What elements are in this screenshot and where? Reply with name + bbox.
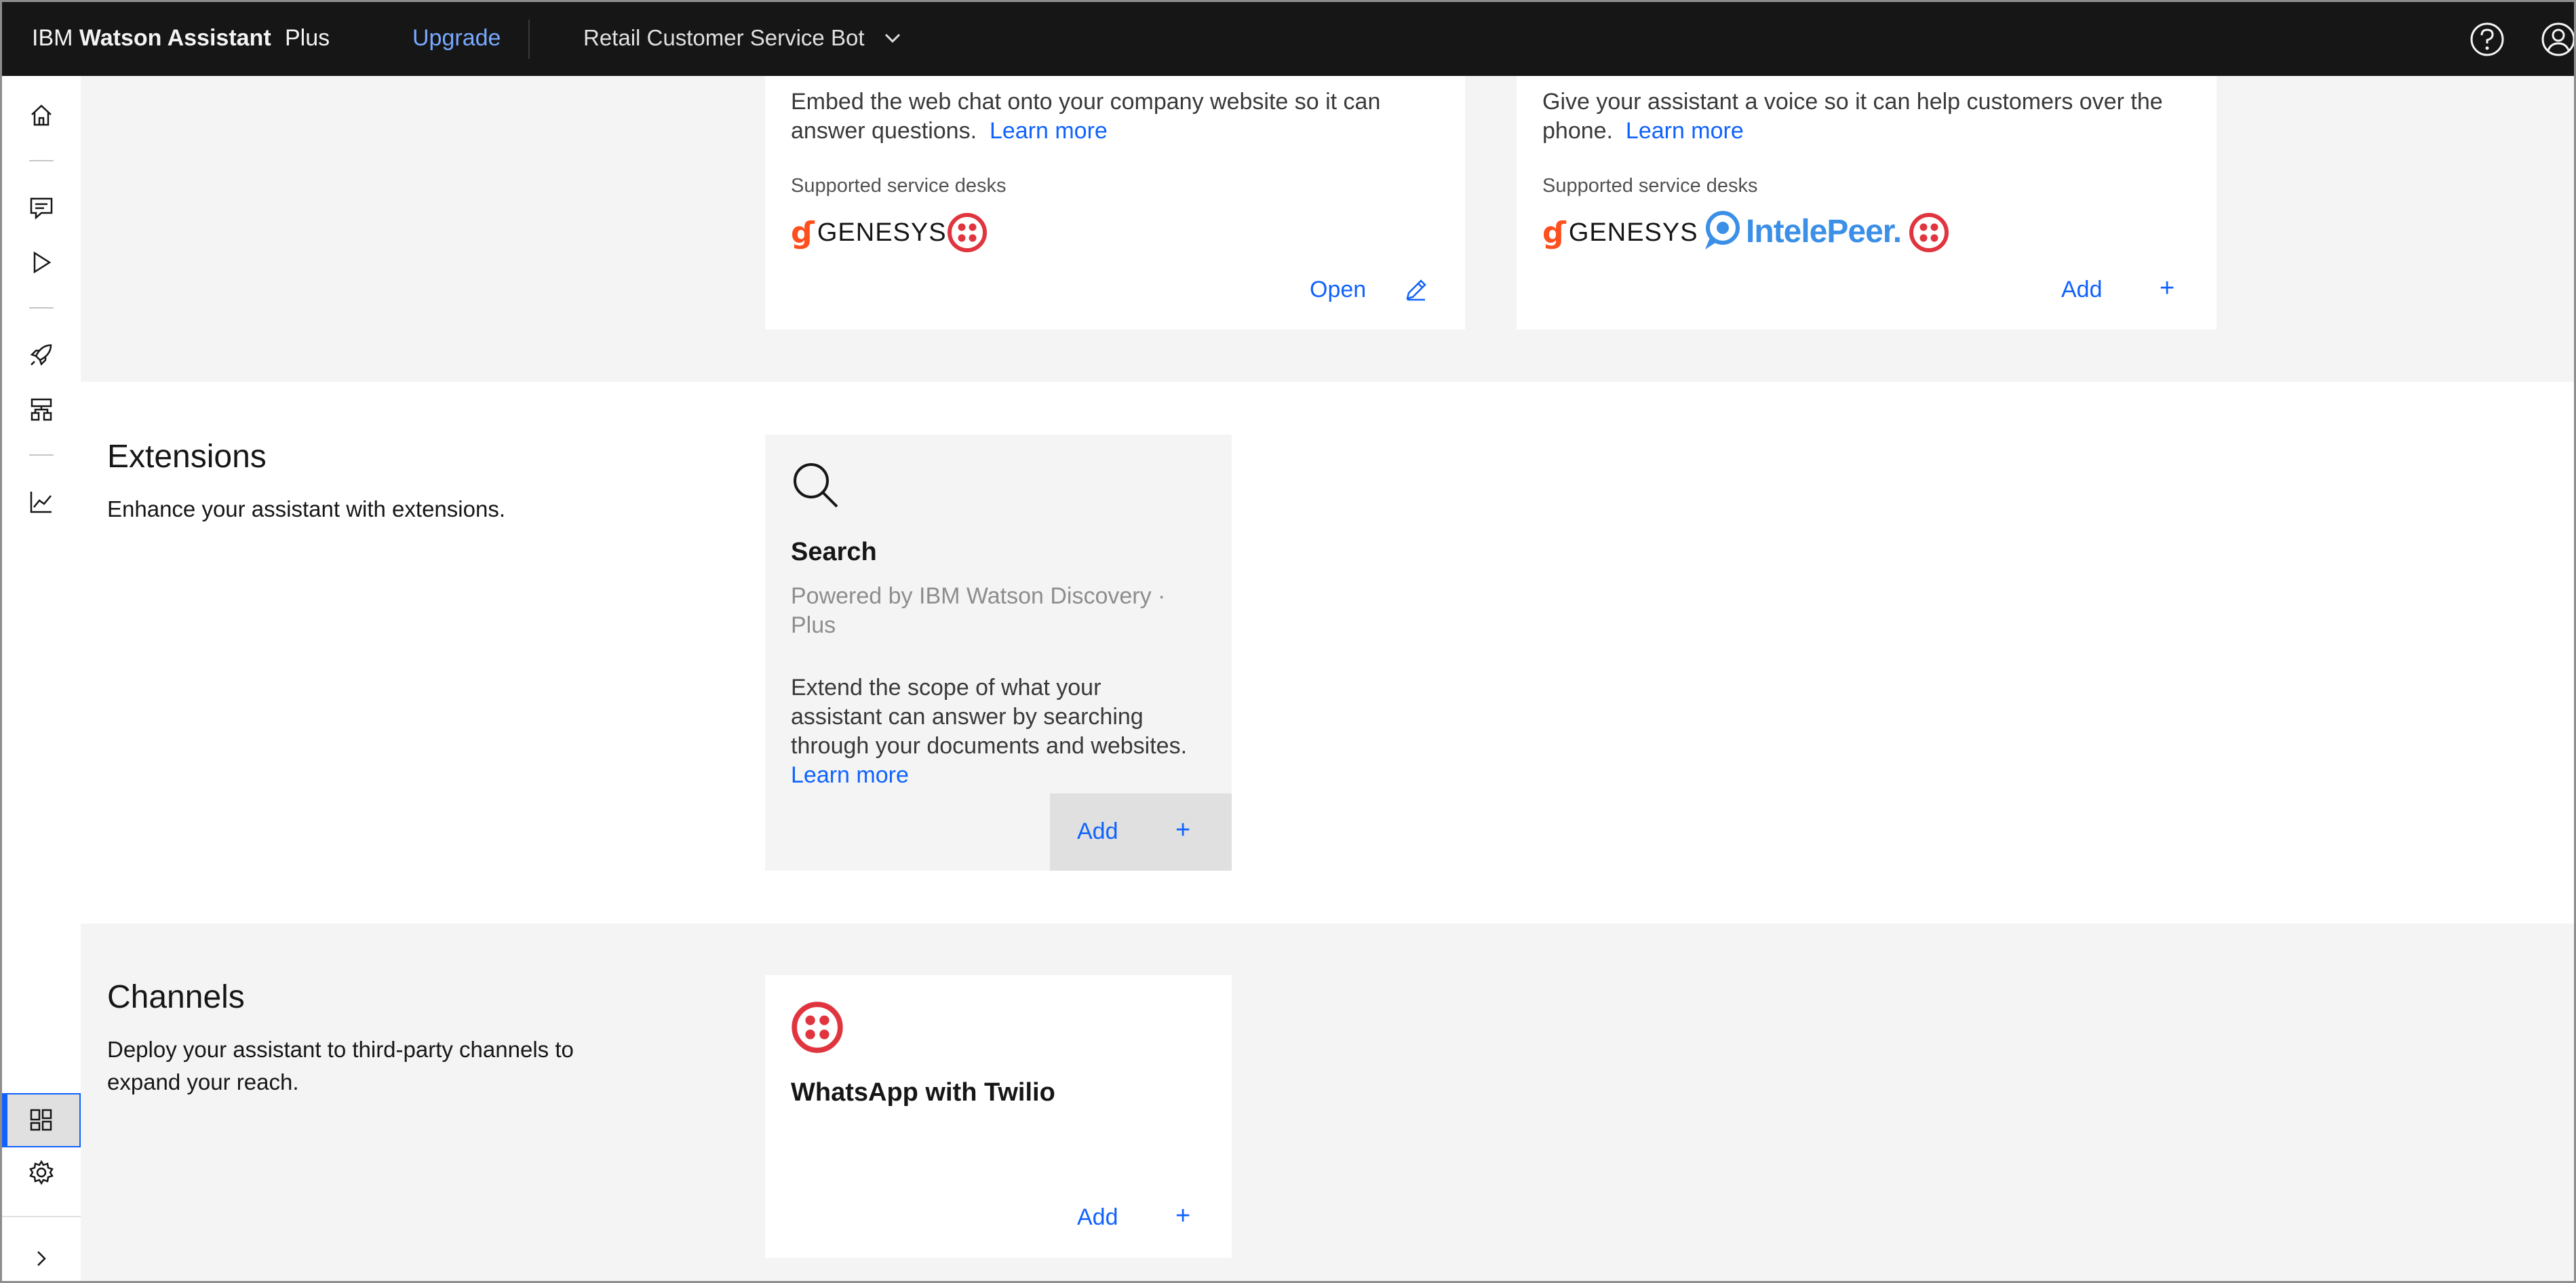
analytics-icon[interactable] [28,488,55,515]
whatsapp-add-button[interactable]: Add [1077,1202,1118,1233]
phone-learn-more-link[interactable]: Learn more [1626,118,1744,144]
genesys-name: GENESYS [1568,218,1698,247]
intelepeer-name: IntelePeer. [1746,213,1902,250]
search-card-description: Extend the scope of what your assistant … [791,673,1198,790]
search-learn-more-link[interactable]: Learn more [791,762,909,788]
deploy-rocket-icon[interactable] [28,341,55,368]
chevron-down-icon[interactable] [882,28,903,48]
header-divider [528,20,530,59]
search-card-description-text: Extend the scope of what your assistant … [791,675,1188,759]
search-extension-card: Search Powered by IBM Watson Discovery ·… [765,435,1232,871]
app-window: IBM Watson Assistant Plus Upgrade Retail… [0,0,2576,1283]
intelepeer-mark-icon [1705,211,1740,250]
search-card-subtitle: Powered by IBM Watson Discovery · Plus [791,583,1166,638]
edit-pencil-icon[interactable] [1403,277,1429,302]
phone-add-button[interactable]: Add [2061,274,2103,305]
genesys-logo: ɠ GENESYS [791,215,947,250]
channels-title: Channels [107,979,245,1015]
expand-chevron-icon[interactable] [28,1245,55,1272]
preview-icon[interactable] [28,249,55,276]
whatsapp-card-title: WhatsApp with Twilio [791,1078,1055,1107]
channels-section [81,924,2574,1281]
phone-description: Give your assistant a voice so it can he… [1542,87,2193,146]
genesys-mark-icon: ɠ [1542,215,1566,250]
search-icon [794,463,838,508]
service-desks-label: Supported service desks [1542,175,1758,197]
genesys-logo: ɠ GENESYS [1542,215,1698,250]
phone-add-plus-icon[interactable]: + [2160,273,2174,304]
extensions-title: Extensions [107,439,267,475]
web-chat-description: Embed the web chat onto your company web… [791,87,1442,146]
twilio-logo-icon [792,1002,843,1053]
search-card-title: Search [791,538,877,566]
home-icon[interactable] [28,102,55,129]
upgrade-link[interactable]: Upgrade [412,22,501,54]
nav-separator [2,1216,81,1217]
twilio-logo-icon [948,213,987,252]
extensions-section [81,382,2574,924]
help-icon[interactable] [2469,21,2505,58]
brand-prefix: IBM [32,25,73,51]
left-nav [2,76,81,1281]
assistant-switcher[interactable]: Retail Customer Service Bot [583,22,864,54]
genesys-name: GENESYS [817,218,947,247]
web-chat-learn-more-link[interactable]: Learn more [990,118,1108,144]
plan-label: Plus [285,25,330,51]
genesys-mark-icon: ɠ [791,215,815,250]
channels-description: Deploy your assistant to third-party cha… [107,1037,574,1094]
whatsapp-add-plus-icon[interactable]: + [1175,1200,1190,1231]
settings-gear-icon[interactable] [28,1159,55,1186]
nav-separator [29,160,54,161]
brand-name: Watson Assistant [79,25,271,51]
top-header: IBM Watson Assistant Plus Upgrade Retail… [2,2,2576,76]
service-desks-label: Supported service desks [791,175,1007,197]
nav-separator [29,454,54,456]
twilio-logo-icon [1909,213,1949,252]
web-chat-card: Embed the web chat onto your company web… [765,76,1465,330]
search-add-plus-icon: + [1175,816,1191,844]
environments-icon[interactable] [28,396,55,423]
whatsapp-channel-card: WhatsApp with Twilio Add + [765,975,1232,1258]
extensions-description: Enhance your assistant with extensions. [107,496,505,521]
chat-icon[interactable] [28,194,55,221]
product-brand[interactable]: IBM Watson Assistant Plus [32,22,330,54]
intelepeer-logo: IntelePeer. [1698,209,1902,254]
search-add-button[interactable]: Add + [1050,793,1232,871]
nav-separator [29,307,54,309]
integrations-icon[interactable] [28,1107,55,1134]
phone-card: Give your assistant a voice so it can he… [1517,76,2217,330]
user-avatar-icon[interactable] [2540,21,2576,58]
web-chat-open-button[interactable]: Open [1310,274,1366,305]
search-add-label: Add [1077,818,1118,844]
